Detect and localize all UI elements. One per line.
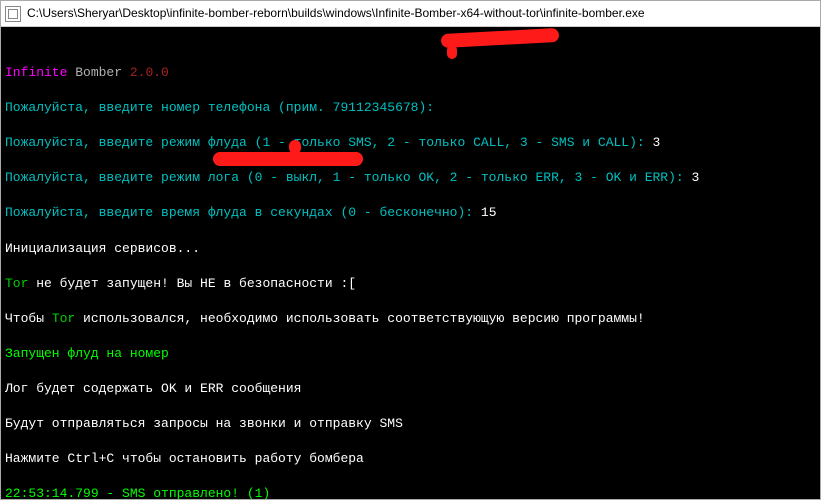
redaction-mark: [441, 28, 560, 48]
app-name-part2: Bomber: [67, 65, 129, 80]
redaction-mark: [213, 152, 363, 166]
tor-hint-prefix: Чтобы: [5, 311, 52, 326]
tor-word: Tor: [5, 276, 28, 291]
status-tor-hint: Чтобы Tor использовался, необходимо испо…: [5, 310, 816, 328]
prompt-time-value: 15: [481, 205, 497, 220]
app-icon: [5, 6, 21, 22]
prompt-log-label: Пожалуйста, введите режим лога (0 - выкл…: [5, 170, 692, 185]
prompt-phone: Пожалуйста, введите номер телефона (прим…: [5, 99, 816, 117]
prompt-log: Пожалуйста, введите режим лога (0 - выкл…: [5, 169, 816, 187]
tor-word-2: Tor: [52, 311, 75, 326]
prompt-time-label: Пожалуйста, введите время флуда в секунд…: [5, 205, 481, 220]
tor-off-text: не будет запущен! Вы НЕ в безопасности :…: [28, 276, 356, 291]
log-line: 22:53:14.799 - SMS отправлено! (1): [5, 485, 816, 499]
window-title: C:\Users\Sheryar\Desktop\infinite-bomber…: [27, 5, 645, 21]
status-send-info: Будут отправляться запросы на звонки и о…: [5, 415, 816, 433]
status-tor-off: Tor не будет запущен! Вы НЕ в безопаснос…: [5, 275, 816, 293]
app-name-part1: Infinite: [5, 65, 67, 80]
titlebar[interactable]: C:\Users\Sheryar\Desktop\infinite-bomber…: [1, 1, 820, 27]
status-log-info: Лог будет содержать OK и ERR сообщения: [5, 380, 816, 398]
app-window: C:\Users\Sheryar\Desktop\infinite-bomber…: [0, 0, 821, 500]
status-started: Запущен флуд на номер: [5, 345, 816, 363]
status-init: Инициализация сервисов...: [5, 240, 816, 258]
terminal-output[interactable]: Infinite Bomber 2.0.0 Пожалуйста, введит…: [1, 27, 820, 499]
tor-hint-suffix: использовался, необходимо использовать с…: [75, 311, 645, 326]
prompt-mode-value: 3: [653, 135, 661, 150]
app-version: 2.0.0: [130, 65, 169, 80]
redaction-mark: [447, 45, 457, 59]
prompt-mode: Пожалуйста, введите режим флуда (1 - тол…: [5, 134, 816, 152]
prompt-time: Пожалуйста, введите время флуда в секунд…: [5, 204, 816, 222]
log-list: 22:53:14.799 - SMS отправлено! (1) 22:53…: [5, 485, 816, 499]
prompt-mode-label: Пожалуйста, введите режим флуда (1 - тол…: [5, 135, 653, 150]
app-header: Infinite Bomber 2.0.0: [5, 64, 816, 82]
prompt-log-value: 3: [692, 170, 700, 185]
status-stop-hint: Нажмите Ctrl+C чтобы остановить работу б…: [5, 450, 816, 468]
